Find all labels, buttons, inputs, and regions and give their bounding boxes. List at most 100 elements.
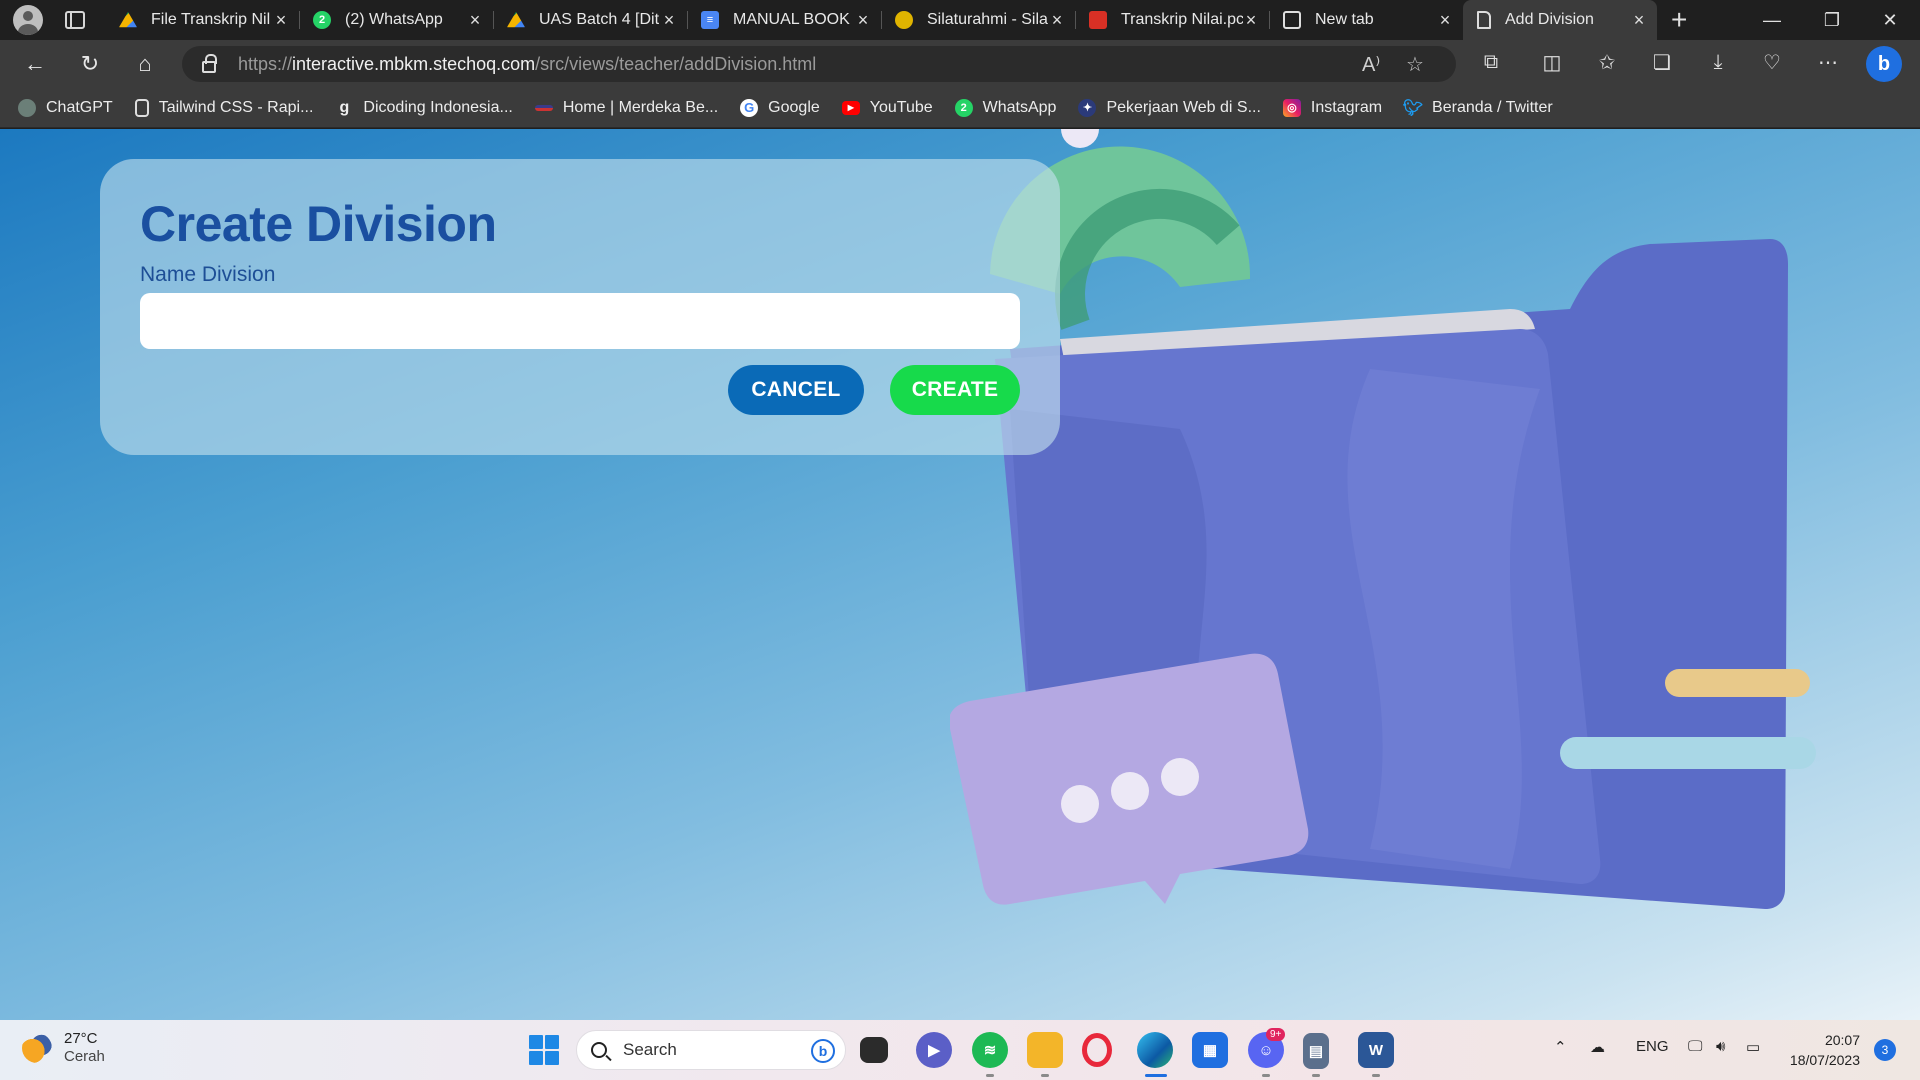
tab-add-division[interactable]: Add Division ×	[1463, 0, 1657, 40]
tab-close-icon[interactable]: ×	[855, 11, 871, 29]
name-division-label: Name Division	[140, 263, 276, 286]
downloads-icon[interactable]: ⤓	[1700, 44, 1736, 80]
restore-icon[interactable]: ❐	[1802, 0, 1862, 40]
tab-new-tab[interactable]: New tab ×	[1269, 0, 1463, 40]
cancel-button[interactable]: CANCEL	[728, 365, 864, 415]
refresh-icon[interactable]: ↻	[70, 44, 110, 84]
windows-start-icon[interactable]	[529, 1035, 559, 1065]
chat-meet-icon[interactable]: ▶	[916, 1032, 952, 1068]
whatsapp-icon: 2	[313, 11, 331, 29]
weather-moon-icon	[22, 1033, 52, 1063]
show-hidden-icons-chevron-icon[interactable]: ⌃	[1554, 1038, 1567, 1056]
url-text[interactable]: https://interactive.mbkm.stechoq.com/src…	[238, 54, 816, 75]
instagram-icon: ◎	[1282, 98, 1301, 117]
browser-essentials-icon[interactable]: ♡	[1754, 44, 1790, 80]
tab-title: New tab	[1315, 11, 1374, 28]
edge-icon[interactable]	[1137, 1032, 1173, 1068]
tab-close-icon[interactable]: ×	[661, 11, 677, 29]
network-icon[interactable]: 🖵︎	[1688, 1038, 1702, 1055]
lock-icon[interactable]	[202, 54, 217, 73]
clock-time: 20:07	[1824, 1032, 1860, 1048]
new-tab-plus-icon[interactable]: +	[1671, 4, 1687, 36]
youtube-icon: ▶	[841, 100, 860, 115]
word-icon[interactable]: W	[1358, 1032, 1394, 1068]
weather-temp: 27°C	[64, 1030, 98, 1047]
task-view-icon[interactable]	[860, 1037, 888, 1063]
form-actions: CANCEL CREATE	[728, 365, 1020, 415]
weather-widget[interactable]: 27°C Cerah	[22, 1030, 105, 1066]
address-bar[interactable]: https://interactive.mbkm.stechoq.com/src…	[182, 46, 1456, 82]
bookmark-tailwind[interactable]: Tailwind CSS - Rapi...	[134, 98, 313, 117]
extensions-icon[interactable]: ⧉	[1473, 44, 1509, 80]
create-button[interactable]: CREATE	[890, 365, 1020, 415]
tab-whatsapp[interactable]: 2 (2) WhatsApp ×	[299, 0, 493, 40]
tab-close-icon[interactable]: ×	[1437, 11, 1453, 29]
minimize-icon[interactable]: —	[1742, 0, 1802, 40]
battery-icon[interactable]: ▭	[1746, 1038, 1760, 1056]
tab-title: Silaturahmi - Sila	[927, 11, 1048, 28]
tab-close-icon[interactable]: ×	[273, 11, 289, 29]
tab-manual-book[interactable]: ≡ MANUAL BOOK I ×	[687, 0, 881, 40]
weather-text: 27°C Cerah	[64, 1030, 105, 1066]
profile-avatar-icon[interactable]	[13, 5, 43, 35]
bookmark-pekerjaan[interactable]: ✦ Pekerjaan Web di S...	[1078, 98, 1261, 117]
tab-actions-icon[interactable]	[65, 11, 85, 29]
create-division-card: Create Division Name Division CANCEL CRE…	[100, 159, 1060, 455]
bing-copilot-icon[interactable]: b	[1866, 46, 1902, 82]
tab-silaturahmi[interactable]: Silaturahmi - Sila ×	[881, 0, 1075, 40]
favorite-star-icon[interactable]: ☆	[1406, 52, 1424, 77]
university-seal-icon	[895, 11, 913, 29]
home-icon[interactable]: ⌂	[125, 44, 165, 84]
bookmark-instagram[interactable]: ◎ Instagram	[1282, 98, 1382, 117]
tab-close-icon[interactable]: ×	[1631, 11, 1647, 29]
language-indicator[interactable]: ENG	[1636, 1038, 1669, 1055]
favorites-icon[interactable]: ✩	[1589, 44, 1625, 80]
running-indicator	[1372, 1074, 1380, 1077]
bookmark-google[interactable]: G Google	[740, 98, 820, 117]
name-division-input[interactable]	[140, 293, 1020, 349]
bing-icon: b	[811, 1039, 835, 1063]
pdf-icon	[1089, 11, 1107, 29]
clock-date: 18/07/2023	[1789, 1052, 1860, 1068]
tab-uas-batch[interactable]: UAS Batch 4 [Dit ×	[493, 0, 687, 40]
spotify-icon[interactable]: ≋	[972, 1032, 1008, 1068]
tab-title: MANUAL BOOK I	[733, 11, 855, 28]
bookmark-dicoding[interactable]: g Dicoding Indonesia...	[335, 98, 513, 117]
page-title: Create Division	[140, 196, 497, 252]
taskbar-search[interactable]: Search b	[576, 1030, 846, 1070]
calculator-icon[interactable]: ▤	[1303, 1033, 1329, 1069]
file-explorer-icon[interactable]	[1027, 1032, 1063, 1068]
running-indicator	[1041, 1074, 1049, 1077]
bookmark-twitter[interactable]: 🐦︎ Beranda / Twitter	[1402, 99, 1553, 117]
search-placeholder: Search	[623, 1040, 677, 1059]
google-drive-icon	[507, 11, 525, 28]
tab-file-transkrip[interactable]: File Transkrip Nil ×	[105, 0, 299, 40]
tab-close-icon[interactable]: ×	[1049, 11, 1065, 29]
dicoding-icon: g	[339, 98, 350, 116]
notification-count-badge[interactable]: 3	[1874, 1039, 1896, 1061]
split-screen-icon[interactable]: ◫	[1534, 44, 1570, 80]
browser-toolbar: ← ↻ ⌂ https://interactive.mbkm.stechoq.c…	[0, 40, 1920, 88]
bookmark-merdeka[interactable]: Home | Merdeka Be...	[534, 99, 718, 117]
onedrive-icon[interactable]: ☁	[1590, 1038, 1605, 1056]
back-arrow-icon[interactable]: ←	[15, 44, 55, 84]
tab-close-icon[interactable]: ×	[467, 11, 483, 29]
close-window-icon[interactable]: ✕	[1860, 0, 1920, 40]
system-clock[interactable]: 20:07 18/07/2023	[1780, 1030, 1860, 1070]
read-aloud-icon[interactable]: A⁾	[1362, 52, 1380, 77]
tab-transkrip-pdf[interactable]: Transkrip Nilai.pc ×	[1075, 0, 1269, 40]
twitter-icon: 🐦︎	[1402, 99, 1424, 117]
discord-badge: 9+	[1266, 1028, 1286, 1041]
volume-icon[interactable]: 🔊︎	[1716, 1038, 1725, 1055]
weather-desc: Cerah	[64, 1048, 105, 1065]
tab-close-icon[interactable]: ×	[1243, 11, 1259, 29]
bookmark-chatgpt[interactable]: ChatGPT	[18, 98, 113, 117]
more-menu-icon[interactable]: ⋯	[1810, 44, 1846, 80]
bookmark-youtube[interactable]: ▶ YouTube	[841, 99, 933, 117]
page-icon	[134, 98, 149, 117]
microsoft-store-icon[interactable]: ▦	[1192, 1032, 1228, 1068]
collections-icon[interactable]: ❏	[1644, 44, 1680, 80]
opera-icon[interactable]	[1082, 1033, 1112, 1067]
bookmark-whatsapp[interactable]: 2 WhatsApp	[954, 98, 1056, 117]
google-drive-icon	[119, 11, 137, 28]
